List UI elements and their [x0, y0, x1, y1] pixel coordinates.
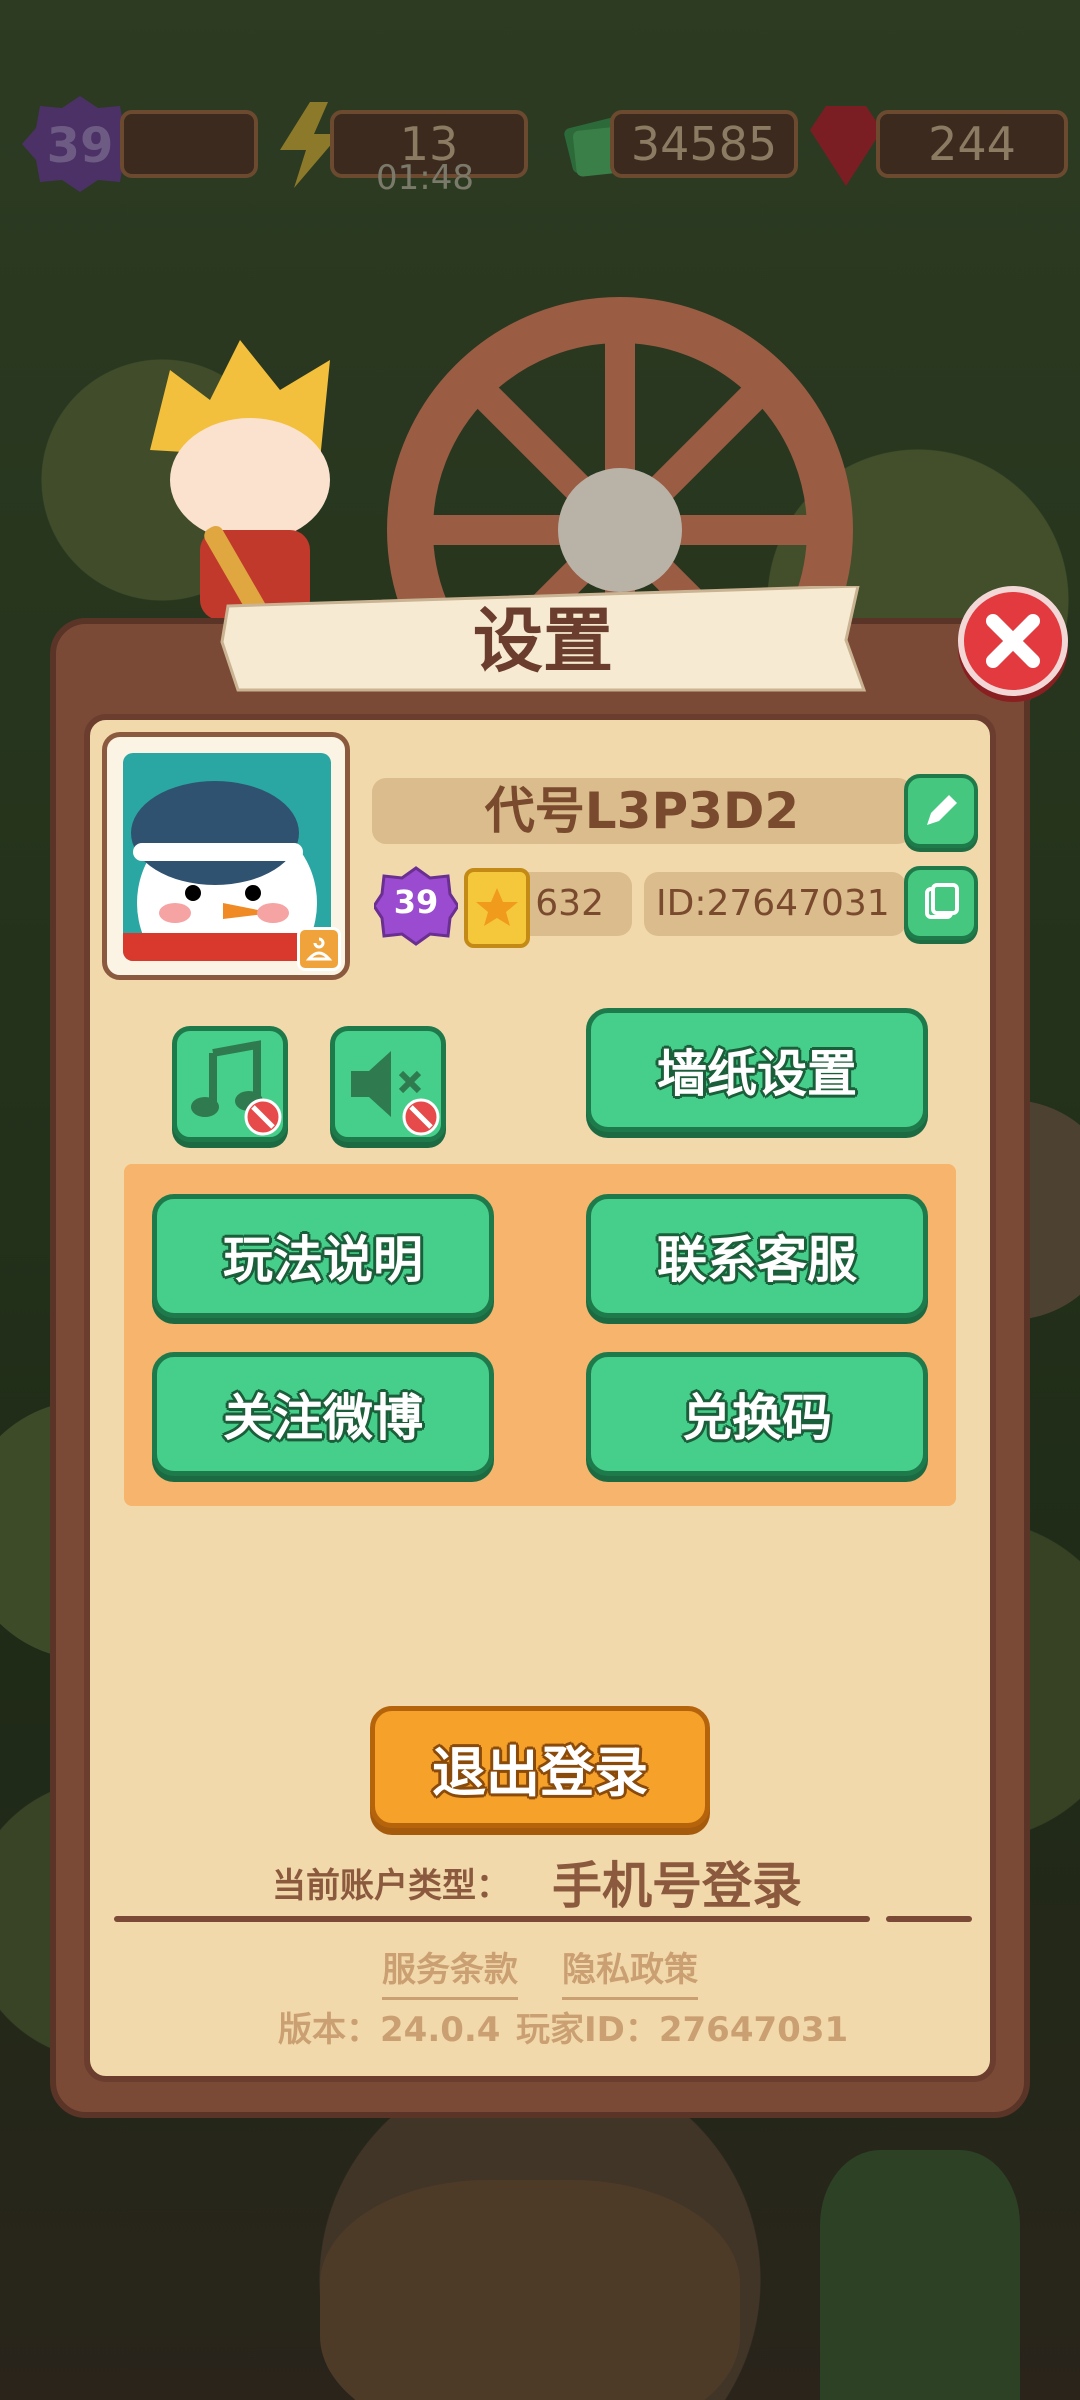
account-type-value: 手机号登录 — [552, 1857, 802, 1915]
tree-decoration — [820, 2150, 1020, 2400]
top-hud: 39 13 01:48 34585 244 — [0, 96, 1080, 198]
music-toggle-button[interactable] — [172, 1026, 288, 1142]
how-to-play-button[interactable]: 玩法说明 — [152, 1194, 494, 1318]
gems-value: 244 — [928, 117, 1016, 171]
contact-support-button[interactable]: 联系客服 — [586, 1194, 928, 1318]
music-off-icon — [191, 1040, 282, 1136]
player-id: ID:27647031 — [656, 883, 890, 924]
xp-bar — [120, 110, 258, 178]
redeem-code-button[interactable]: 兑换码 — [586, 1352, 928, 1476]
gem-icon — [810, 106, 882, 186]
gems-box[interactable]: 244 — [876, 110, 1068, 178]
clipboard-star-icon — [464, 868, 530, 948]
pencil-icon — [927, 795, 957, 825]
player-name: 代号L3P3D2 — [372, 778, 912, 844]
sound-toggle-button[interactable] — [330, 1026, 446, 1142]
privacy-policy-link[interactable]: 隐私政策 — [562, 1942, 698, 2000]
stars-value: 632 — [535, 883, 604, 924]
close-icon — [986, 614, 1040, 668]
divider — [114, 1916, 870, 1922]
follow-weibo-button[interactable]: 关注微博 — [152, 1352, 494, 1476]
character-illustration — [150, 340, 330, 630]
footer-player-id: 玩家ID：27647031 — [516, 2010, 849, 2050]
version-text: 版本：24.0.4 — [278, 2010, 501, 2050]
player-id-pill: ID:27647031 — [644, 872, 906, 936]
account-type-label: 当前账户类型： — [272, 1866, 510, 1906]
close-button[interactable] — [958, 586, 1068, 696]
edit-name-button[interactable] — [904, 774, 978, 848]
sound-off-icon — [351, 1051, 440, 1136]
terms-of-service-link[interactable]: 服务条款 — [382, 1942, 518, 2000]
logout-button[interactable]: 退出登录 — [370, 1706, 710, 1828]
divider — [886, 1916, 972, 1922]
dialog-title: 设置 — [473, 600, 613, 682]
copy-icon — [925, 883, 959, 919]
player-level: 39 — [393, 883, 439, 921]
cash-box[interactable]: 34585 — [610, 110, 798, 178]
cash-value: 34585 — [630, 117, 778, 171]
avatar[interactable] — [102, 732, 350, 980]
wallpaper-settings-button[interactable]: 墙纸设置 — [586, 1008, 928, 1132]
copy-id-button[interactable] — [904, 866, 978, 940]
building-decoration — [320, 2180, 740, 2400]
avatar-change-icon[interactable] — [297, 927, 341, 971]
energy-timer: 01:48 — [376, 158, 474, 198]
